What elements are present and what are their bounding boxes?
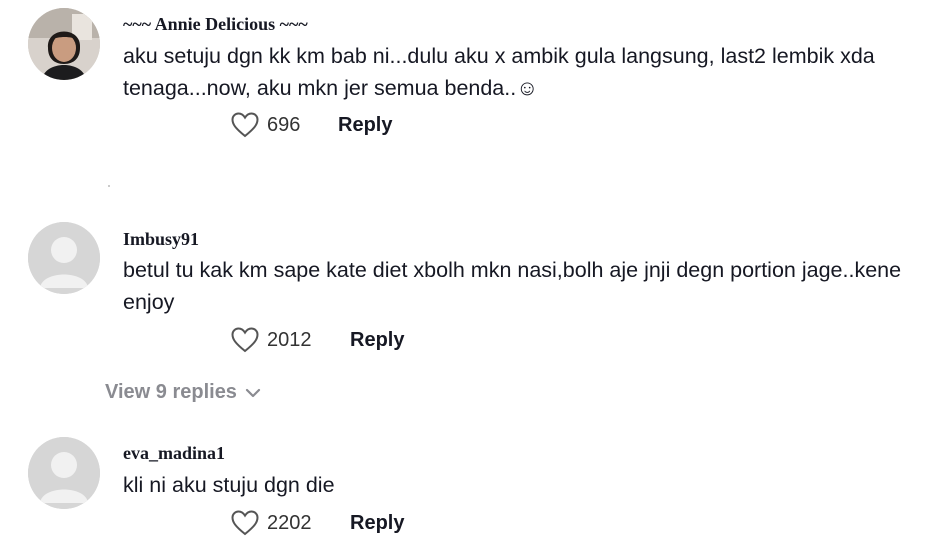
view-replies-label: View 9 replies: [105, 381, 237, 403]
comment-text: kli ni aku stuju dgn die: [123, 473, 335, 497]
divider-dot: [108, 185, 110, 187]
avatar[interactable]: [28, 8, 100, 80]
like-button[interactable]: 2202: [231, 510, 312, 536]
like-count: 2012: [267, 328, 312, 351]
comment-actions: 2012 Reply: [231, 327, 631, 357]
default-user-icon: [28, 437, 100, 509]
reply-button[interactable]: Reply: [350, 512, 404, 535]
comment-actions: 696 Reply: [231, 112, 631, 142]
avatar[interactable]: [28, 437, 100, 509]
heart-outline-icon: [231, 112, 259, 138]
comment-username[interactable]: ~~~ Annie Delicious ~~~: [123, 14, 308, 35]
like-button[interactable]: 2012: [231, 327, 312, 353]
reply-button[interactable]: Reply: [338, 114, 392, 137]
comment-username[interactable]: eva_madina1: [123, 443, 225, 464]
user-photo-icon: [28, 8, 100, 80]
chevron-down-icon: [245, 388, 261, 397]
default-user-icon: [28, 222, 100, 294]
avatar[interactable]: [28, 222, 100, 294]
comment-text: aku setuju dgn kk km bab ni...dulu aku x…: [123, 44, 875, 100]
heart-outline-icon: [231, 510, 259, 536]
view-replies-button[interactable]: View 9 replies: [105, 381, 261, 404]
comment-username[interactable]: Imbusy91: [123, 229, 199, 250]
like-button[interactable]: 696: [231, 112, 300, 138]
comment-actions: 2202 Reply: [231, 510, 631, 540]
like-count: 696: [267, 113, 301, 136]
reply-button[interactable]: Reply: [350, 329, 404, 352]
heart-outline-icon: [231, 327, 259, 353]
comment-text: betul tu kak km sape kate diet xbolh mkn…: [123, 258, 902, 314]
like-count: 2202: [267, 511, 312, 534]
